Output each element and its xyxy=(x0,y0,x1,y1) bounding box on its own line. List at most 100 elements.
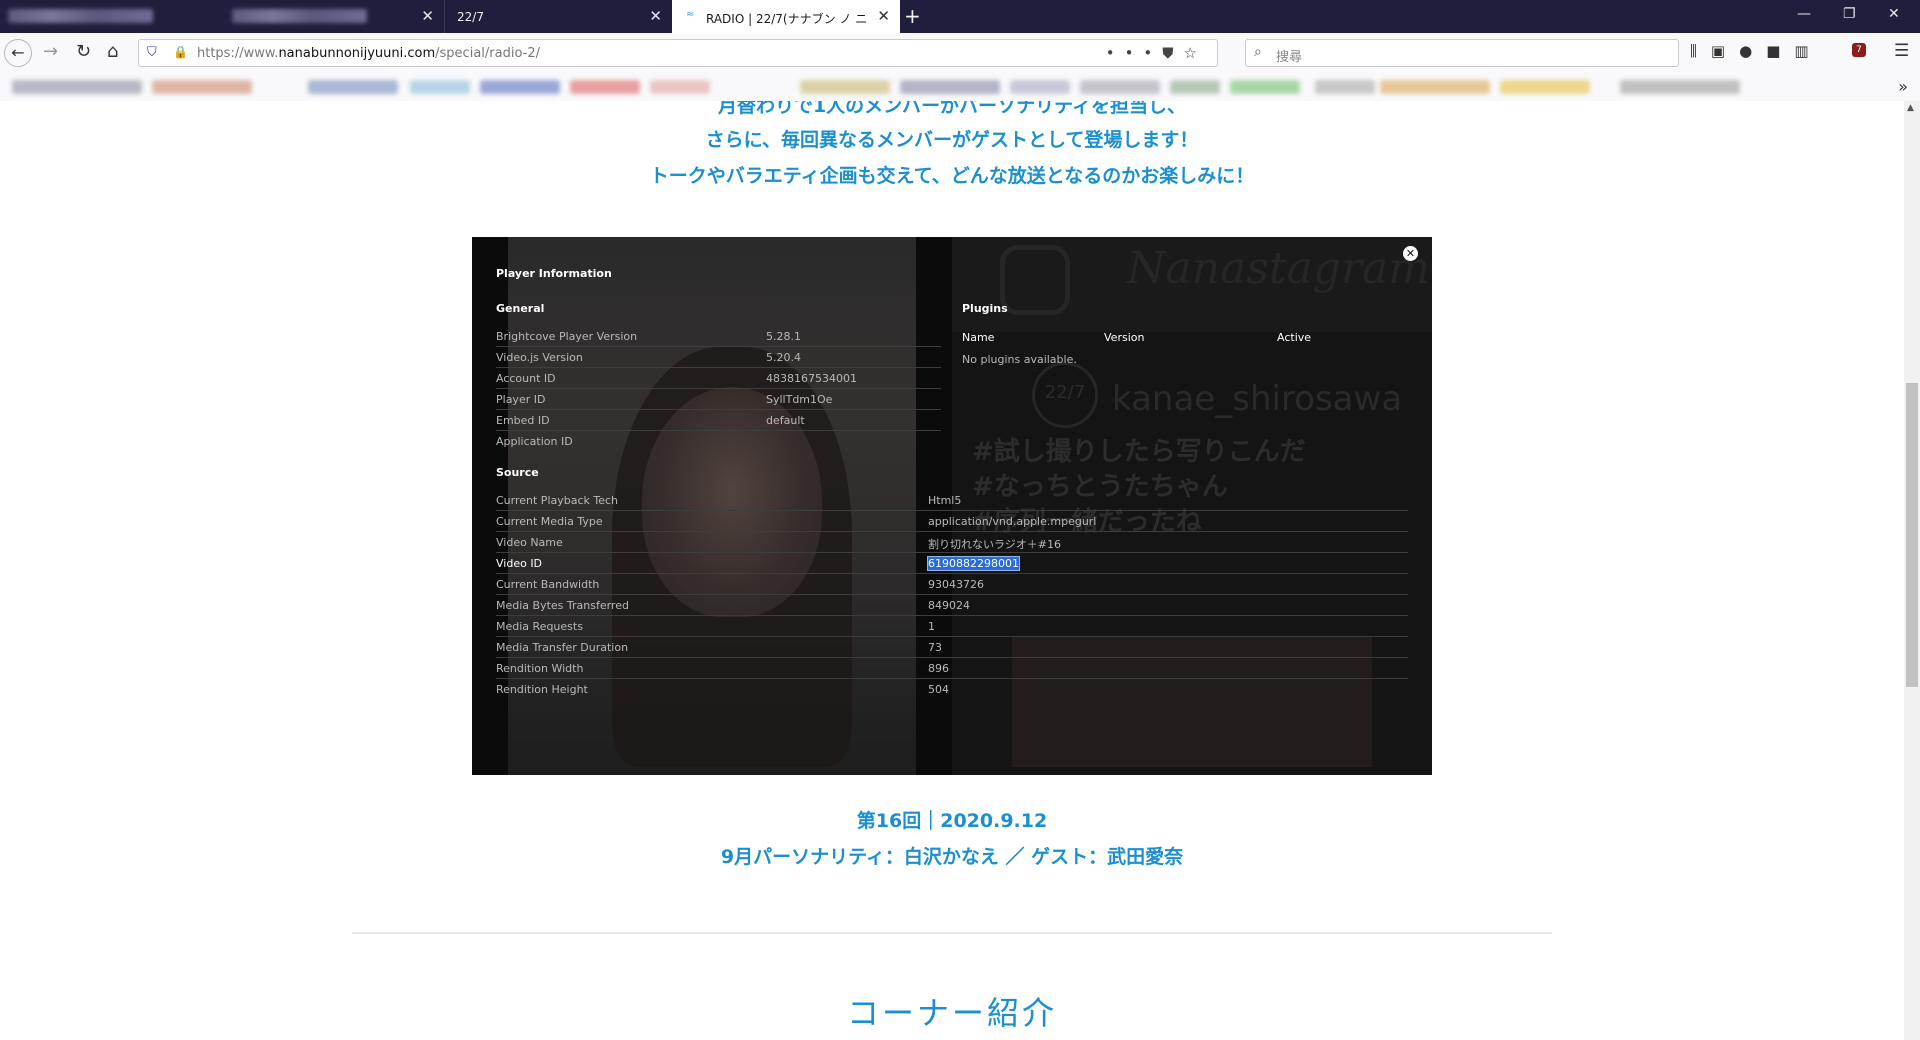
general-heading: General xyxy=(496,302,545,315)
search-placeholder: 搜尋 xyxy=(1276,50,1303,65)
tab-label-blurred xyxy=(8,9,153,23)
tab-blurred-2[interactable]: ✕ xyxy=(220,0,444,33)
reload-icon[interactable]: ↻ xyxy=(76,41,91,62)
sidebar-icon[interactable]: ▣ xyxy=(1711,42,1739,60)
minimize-icon[interactable]: — xyxy=(1797,6,1811,22)
info-row: Rendition Width 896 xyxy=(496,658,1408,679)
bookmark-item[interactable] xyxy=(1380,80,1490,94)
window-close-icon[interactable]: ✕ xyxy=(1888,6,1900,22)
search-icon: ⌕ xyxy=(1254,44,1262,60)
intro-line-3: トークやバラエティ企画も交えて、どんな放送となるのかお楽しみに！ xyxy=(649,165,1255,187)
video-player[interactable]: Nanastagram 22/7 kanae_shirosawa #試し撮りした… xyxy=(472,237,1432,775)
modal-title: Player Information xyxy=(496,267,612,280)
url-text[interactable]: https://www.nanabunnonijyuuni.com/specia… xyxy=(197,46,540,61)
close-icon[interactable]: ✕ xyxy=(1403,246,1418,261)
info-row-video-id: Video ID 6190882298001 xyxy=(496,553,1408,574)
toolbar-icons: ⫼▣●■▥ xyxy=(1690,42,1823,60)
info-row: Current Media Type application/vnd.apple… xyxy=(496,511,1408,532)
site-favicon-icon: ≈ xyxy=(686,9,695,20)
home-icon[interactable]: ⌂ xyxy=(107,41,118,62)
info-row: Media Requests 1 xyxy=(496,616,1408,637)
scroll-up-icon[interactable]: ▲ xyxy=(1907,103,1914,113)
info-row: Current Bandwidth 93043726 xyxy=(496,574,1408,595)
plugins-heading: Plugins xyxy=(962,302,1008,315)
bookmark-item[interactable] xyxy=(1315,80,1375,94)
extension-2-icon[interactable]: ▥ xyxy=(1794,42,1822,60)
tab-strip: ✕ 22/7 ✕ ≈ RADIO | 22/7(ナナブン ノ ニジ ✕ + — … xyxy=(0,0,1920,33)
info-row: Media Bytes Transferred 849024 xyxy=(496,595,1408,616)
plugins-empty-message: No plugins available. xyxy=(962,353,1077,366)
account-icon[interactable]: ● xyxy=(1739,42,1766,60)
bookmark-item[interactable] xyxy=(1080,80,1160,94)
navigation-toolbar: ← → ↻ ⌂ ⛉ 🔒 https://www.nanabunnonijyuun… xyxy=(0,33,1920,73)
pocket-icon[interactable]: ⛊ xyxy=(1162,44,1183,62)
bookmark-item[interactable] xyxy=(570,80,640,94)
info-row: Video.js Version 5.20.4 xyxy=(496,347,941,368)
url-prefix: https://www. xyxy=(197,46,279,61)
divider xyxy=(352,932,1552,934)
shield-icon[interactable]: ⛉ xyxy=(147,45,157,60)
intro-line-2: さらに、毎回異なるメンバーがゲストとして登場します！ xyxy=(705,129,1199,151)
bookmark-item[interactable] xyxy=(410,80,470,94)
tab-blurred[interactable] xyxy=(0,0,220,33)
tab-label: RADIO | 22/7(ナナブン ノ ニジ xyxy=(706,12,866,26)
hamburger-menu-icon[interactable]: ☰ xyxy=(1894,41,1909,61)
ublock-icon[interactable]: 7 xyxy=(1852,43,1866,57)
forward-arrow-icon[interactable]: → xyxy=(43,41,58,62)
episode-personality-guest: 9月パーソナリティ：白沢かなえ ／ ゲスト：武田愛奈 xyxy=(720,846,1184,868)
url-actions: •••⛊☆ xyxy=(1106,44,1207,62)
plugins-col-version: Version xyxy=(1104,331,1145,344)
bookmark-item[interactable] xyxy=(12,80,142,94)
info-row: Account ID 4838167534001 xyxy=(496,368,941,389)
tab-label: 22/7 xyxy=(457,10,484,24)
close-tab-icon[interactable]: ✕ xyxy=(649,7,662,25)
bookmark-item[interactable] xyxy=(1170,80,1220,94)
bookmark-item[interactable] xyxy=(152,80,252,94)
info-row: Video Name 割り切れないラジオ＋#16 xyxy=(496,532,1408,553)
search-bar[interactable]: ⌕ 搜尋 xyxy=(1245,39,1679,67)
info-row: Embed ID default xyxy=(496,410,941,431)
player-information-modal: Player Information ✕ General Brightcove … xyxy=(472,237,1432,775)
close-tab-icon[interactable]: ✕ xyxy=(877,7,890,25)
section-title: コーナー紹介 xyxy=(846,994,1057,1032)
bookmarks-toolbar: » xyxy=(0,73,1920,102)
bookmark-item[interactable] xyxy=(900,80,1000,94)
bookmark-item[interactable] xyxy=(480,80,560,94)
tab-radio[interactable]: ≈ RADIO | 22/7(ナナブン ノ ニジ ✕ xyxy=(672,0,900,33)
bookmark-item[interactable] xyxy=(1230,80,1300,94)
tab-227[interactable]: 22/7 ✕ xyxy=(444,0,672,33)
info-row: Brightcove Player Version 5.28.1 xyxy=(496,326,941,347)
info-row: Rendition Height 504 xyxy=(496,683,949,696)
intro-line-1: 月替わりで1人のメンバーがパーソナリティを担当し、 xyxy=(717,101,1187,117)
back-arrow-icon[interactable]: ← xyxy=(4,39,32,67)
info-row: Application ID xyxy=(496,435,573,448)
extension-icon[interactable]: ■ xyxy=(1766,42,1794,60)
bookmark-item[interactable] xyxy=(800,80,890,94)
lock-icon[interactable]: 🔒 xyxy=(173,45,188,59)
restore-icon[interactable]: ❐ xyxy=(1843,6,1856,22)
new-tab-icon[interactable]: + xyxy=(904,4,921,28)
bookmark-item[interactable] xyxy=(1500,80,1590,94)
info-row: Media Transfer Duration 73 xyxy=(496,637,1408,658)
more-icon[interactable]: ••• xyxy=(1106,44,1163,62)
plugins-col-name: Name xyxy=(962,331,995,344)
address-bar[interactable]: ⛉ 🔒 https://www.nanabunnonijyuuni.com/sp… xyxy=(138,39,1218,67)
episode-number-date: 第16回｜2020.9.12 xyxy=(856,810,1048,832)
vertical-scrollbar[interactable]: ▲ xyxy=(1904,101,1920,1040)
info-row: Player ID SyllTdm1Oe xyxy=(496,389,941,410)
plugins-col-active: Active xyxy=(1277,331,1312,344)
bookmark-item[interactable] xyxy=(1010,80,1070,94)
bookmark-item[interactable] xyxy=(650,80,710,94)
close-tab-icon[interactable]: ✕ xyxy=(421,7,434,25)
selected-video-id[interactable]: 6190882298001 xyxy=(927,556,1020,571)
chevron-more-icon[interactable]: » xyxy=(1898,77,1908,96)
source-heading: Source xyxy=(496,466,539,479)
info-row: Current Playback Tech Html5 xyxy=(496,490,1408,511)
url-domain: nanabunnonijyuuni.com xyxy=(278,46,436,61)
bookmark-item[interactable] xyxy=(1620,80,1740,94)
scrollbar-thumb[interactable] xyxy=(1906,383,1918,687)
page-content: 月替わりで1人のメンバーがパーソナリティを担当し、 さらに、毎回異なるメンバーが… xyxy=(0,101,1920,1040)
bookmark-item[interactable] xyxy=(308,80,398,94)
library-icon[interactable]: ⫼ xyxy=(1690,42,1711,60)
star-icon[interactable]: ☆ xyxy=(1184,44,1207,62)
